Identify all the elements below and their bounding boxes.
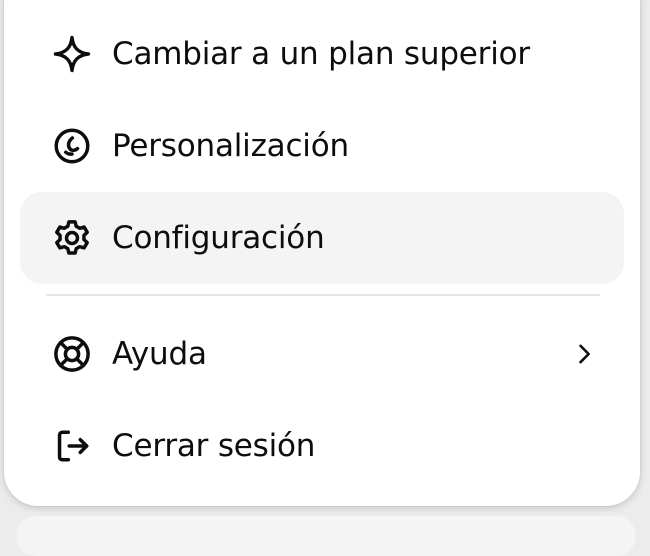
menu-item-logout[interactable]: Cerrar sesión <box>20 400 624 492</box>
menu-item-settings[interactable]: Configuración <box>20 192 624 284</box>
menu-divider <box>46 294 600 296</box>
gear-icon <box>50 216 94 260</box>
underlying-panel <box>16 516 636 556</box>
account-menu: Cambiar a un plan superior Personalizaci… <box>4 0 640 506</box>
menu-item-label: Personalización <box>112 128 349 164</box>
menu-item-label: Ayuda <box>112 336 207 372</box>
chevron-right-icon <box>570 340 598 368</box>
menu-item-upgrade-plan[interactable]: Cambiar a un plan superior <box>20 8 624 100</box>
personalization-icon <box>50 124 94 168</box>
lifebuoy-icon <box>50 332 94 376</box>
menu-item-label: Cambiar a un plan superior <box>112 36 530 72</box>
sparkle-icon <box>50 32 94 76</box>
menu-item-help[interactable]: Ayuda <box>20 308 624 400</box>
menu-item-label: Configuración <box>112 220 325 256</box>
menu-item-label: Cerrar sesión <box>112 428 316 464</box>
menu-item-personalization[interactable]: Personalización <box>20 100 624 192</box>
logout-icon <box>50 424 94 468</box>
